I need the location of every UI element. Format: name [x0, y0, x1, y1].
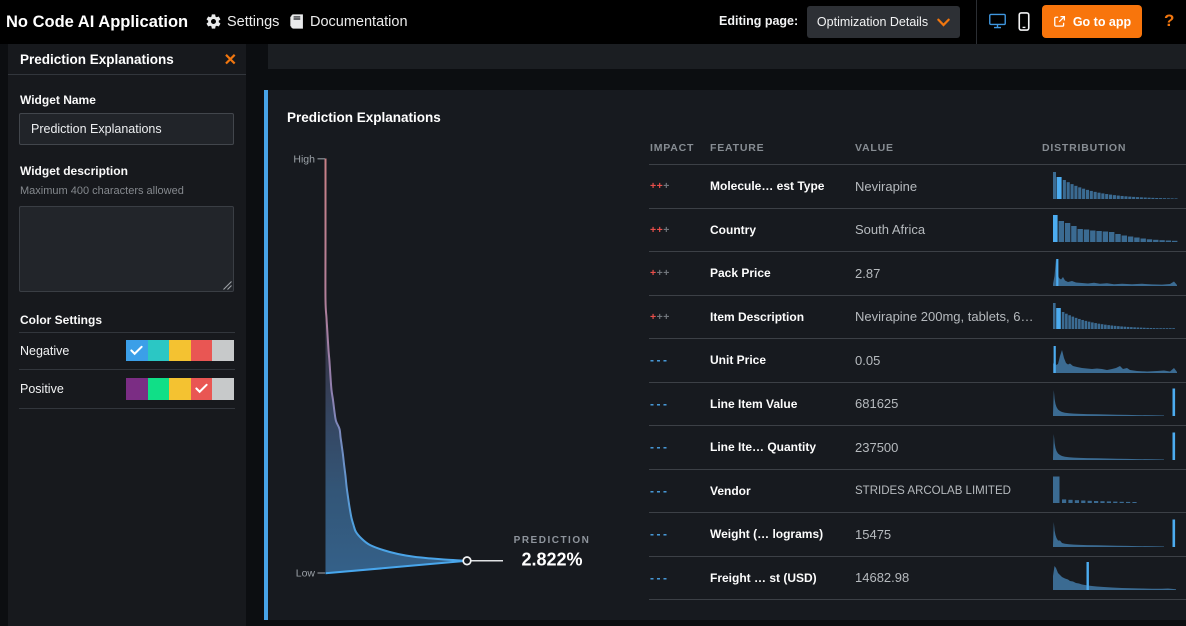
svg-text:High: High [293, 154, 315, 166]
svg-text:Low: Low [296, 568, 316, 580]
svg-text:2.822%: 2.822% [521, 550, 582, 570]
svg-text:PREDICTION: PREDICTION [514, 535, 591, 546]
